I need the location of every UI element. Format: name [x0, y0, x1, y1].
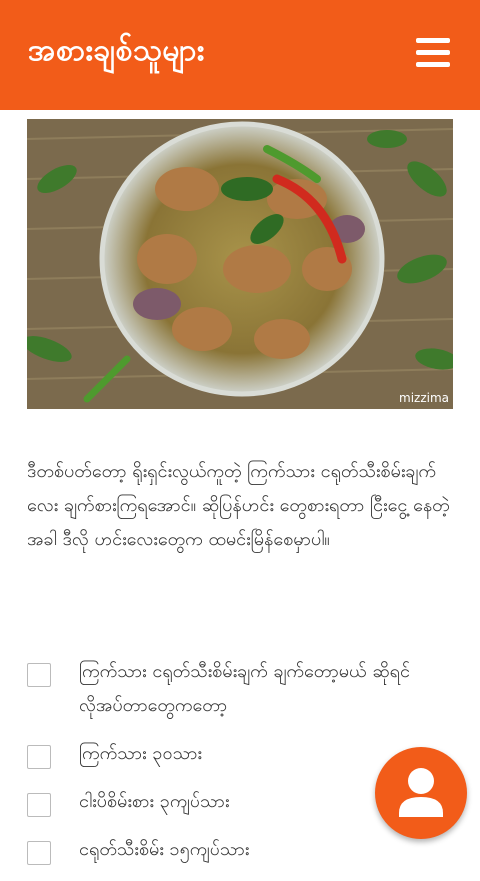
checkbox[interactable] — [27, 745, 51, 769]
checkbox[interactable] — [27, 841, 51, 865]
profile-fab-button[interactable] — [375, 747, 467, 839]
recipe-hero-image: mizzima — [27, 119, 453, 409]
app-bar: အစားချစ်သူများ — [0, 0, 480, 110]
image-credit: mizzima — [399, 391, 449, 405]
recipe-description: ဒီတစ်ပတ်တော့ ရိုးရှင်းလွယ်ကူတဲ့ ကြက်သား … — [27, 461, 450, 550]
checkbox[interactable] — [27, 663, 51, 687]
user-profile-icon — [399, 768, 443, 817]
hamburger-menu-icon[interactable] — [416, 38, 450, 68]
checkbox[interactable] — [27, 793, 51, 817]
list-item[interactable]: ကြက်သား ငရုတ်သီးစိမ်းချက် ချက်တော့မယ် ဆိ… — [27, 655, 467, 723]
ingredient-text: ကြက်သား ငရုတ်သီးစိမ်းချက် ချက်တော့မယ် ဆိ… — [79, 661, 410, 716]
app-title: အစားချစ်သူများ — [28, 33, 205, 68]
